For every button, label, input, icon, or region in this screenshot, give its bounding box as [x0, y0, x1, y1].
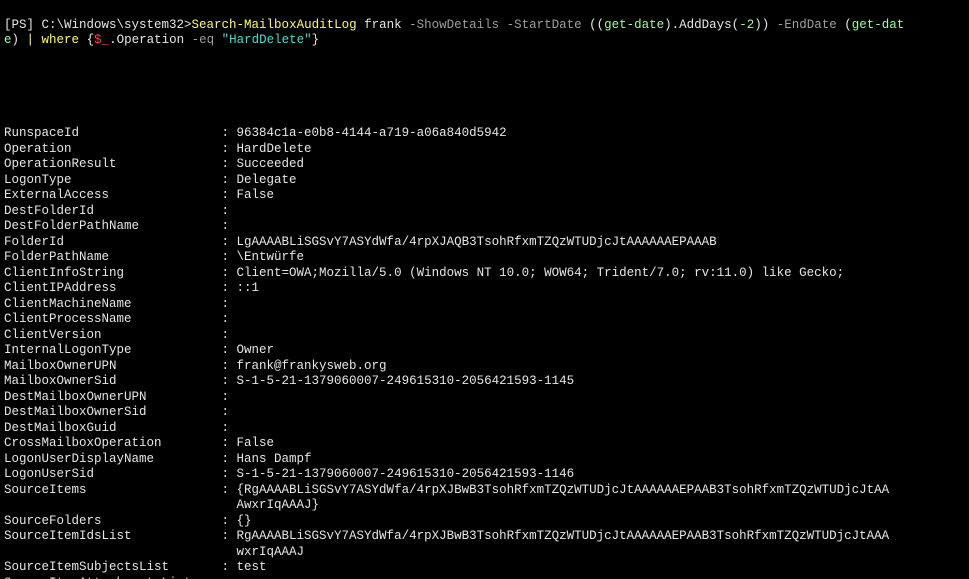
string-close: " — [304, 33, 312, 47]
terminal-window[interactable]: [PS] C:\Windows\system32>Search-MailboxA… — [0, 0, 969, 579]
adddays-open: .AddDays( — [672, 18, 740, 32]
pipe-operator: | — [27, 33, 42, 47]
flag-showdetails-startdate: -ShowDetails -StartDate — [409, 18, 589, 32]
getdate-call: get-date — [604, 18, 664, 32]
blank-line — [4, 64, 965, 80]
where-cmdlet: where — [42, 33, 87, 47]
brace-open: { — [87, 33, 95, 47]
eq-operator: -eq — [192, 33, 222, 47]
string-open: " — [222, 33, 230, 47]
dot-operation: .Operation — [109, 33, 192, 47]
paren-close: ) — [664, 18, 672, 32]
paren-open2: ( — [844, 18, 852, 32]
arg-user: frank — [357, 18, 410, 32]
prompt-prefix: [PS] — [4, 18, 42, 32]
string-harddelete: HardDelete — [229, 33, 304, 47]
brace-close: } — [312, 33, 320, 47]
cmdlet-name: Search-MailboxAuditLog — [192, 18, 357, 32]
num-neg2: -2 — [739, 18, 754, 32]
output-block: RunspaceId : 96384c1a-e0b8-4144-a719-a06… — [4, 126, 965, 579]
flag-enddate: -EndDate — [777, 18, 845, 32]
getdate-wrap: e — [4, 33, 12, 47]
getdate-call-2: get-dat — [852, 18, 905, 32]
prompt-path: C:\Windows\system32> — [42, 18, 192, 32]
paren-close3: ) — [12, 33, 27, 47]
paren-close2: )) — [754, 18, 777, 32]
dollar-underscore: $_ — [94, 33, 109, 47]
command-prompt: [PS] C:\Windows\system32>Search-MailboxA… — [4, 18, 965, 49]
paren-open: (( — [589, 18, 604, 32]
blank-line — [4, 95, 965, 111]
